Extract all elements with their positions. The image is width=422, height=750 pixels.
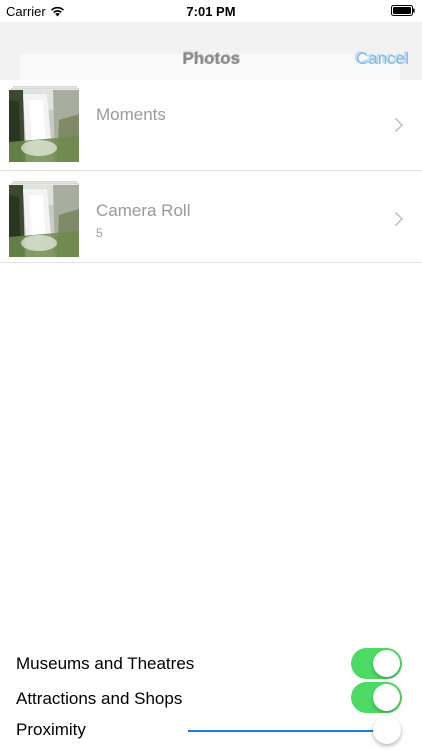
toggle-label: Museums and Theatres	[16, 654, 195, 673]
toggle-label: Attractions and Shops	[16, 689, 183, 708]
cancel-button[interactable]: Cancel	[356, 49, 409, 69]
waterfall-photo	[9, 185, 79, 257]
slider-label: Proximity	[16, 720, 86, 739]
toggle-row-museums: Museums and Theatres	[0, 646, 422, 680]
toggle-knob	[373, 650, 400, 677]
filter-controls: Museums and Theatres Attractions and Sho…	[0, 646, 422, 750]
album-thumbnail	[9, 86, 79, 162]
album-row-moments[interactable]: Moments	[0, 80, 422, 171]
chevron-right-icon	[394, 211, 404, 227]
proximity-slider-track[interactable]	[188, 730, 388, 732]
status-time: 7:01 PM	[186, 4, 236, 19]
album-count: 5	[96, 226, 103, 240]
navigation-bar: Photos Photos Cancel Cancel	[0, 22, 422, 81]
album-thumbnail	[9, 181, 79, 257]
album-row-camera-roll[interactable]: Camera Roll 5	[0, 171, 422, 263]
proximity-slider-knob[interactable]	[373, 716, 401, 744]
album-title: Camera Roll	[96, 201, 191, 220]
waterfall-photo	[9, 90, 79, 162]
toggle-knob	[373, 684, 400, 711]
status-bar: Carrier 7:01 PM	[0, 0, 422, 22]
chevron-right-icon	[394, 117, 404, 133]
album-title: Moments	[96, 105, 166, 124]
toggle-row-attractions: Attractions and Shops	[0, 681, 422, 715]
slider-row-proximity: Proximity	[0, 716, 422, 750]
museums-toggle[interactable]	[351, 648, 402, 679]
battery-icon	[391, 5, 415, 16]
attractions-toggle[interactable]	[351, 682, 402, 713]
album-list: Moments Camera Roll 5	[0, 80, 422, 263]
